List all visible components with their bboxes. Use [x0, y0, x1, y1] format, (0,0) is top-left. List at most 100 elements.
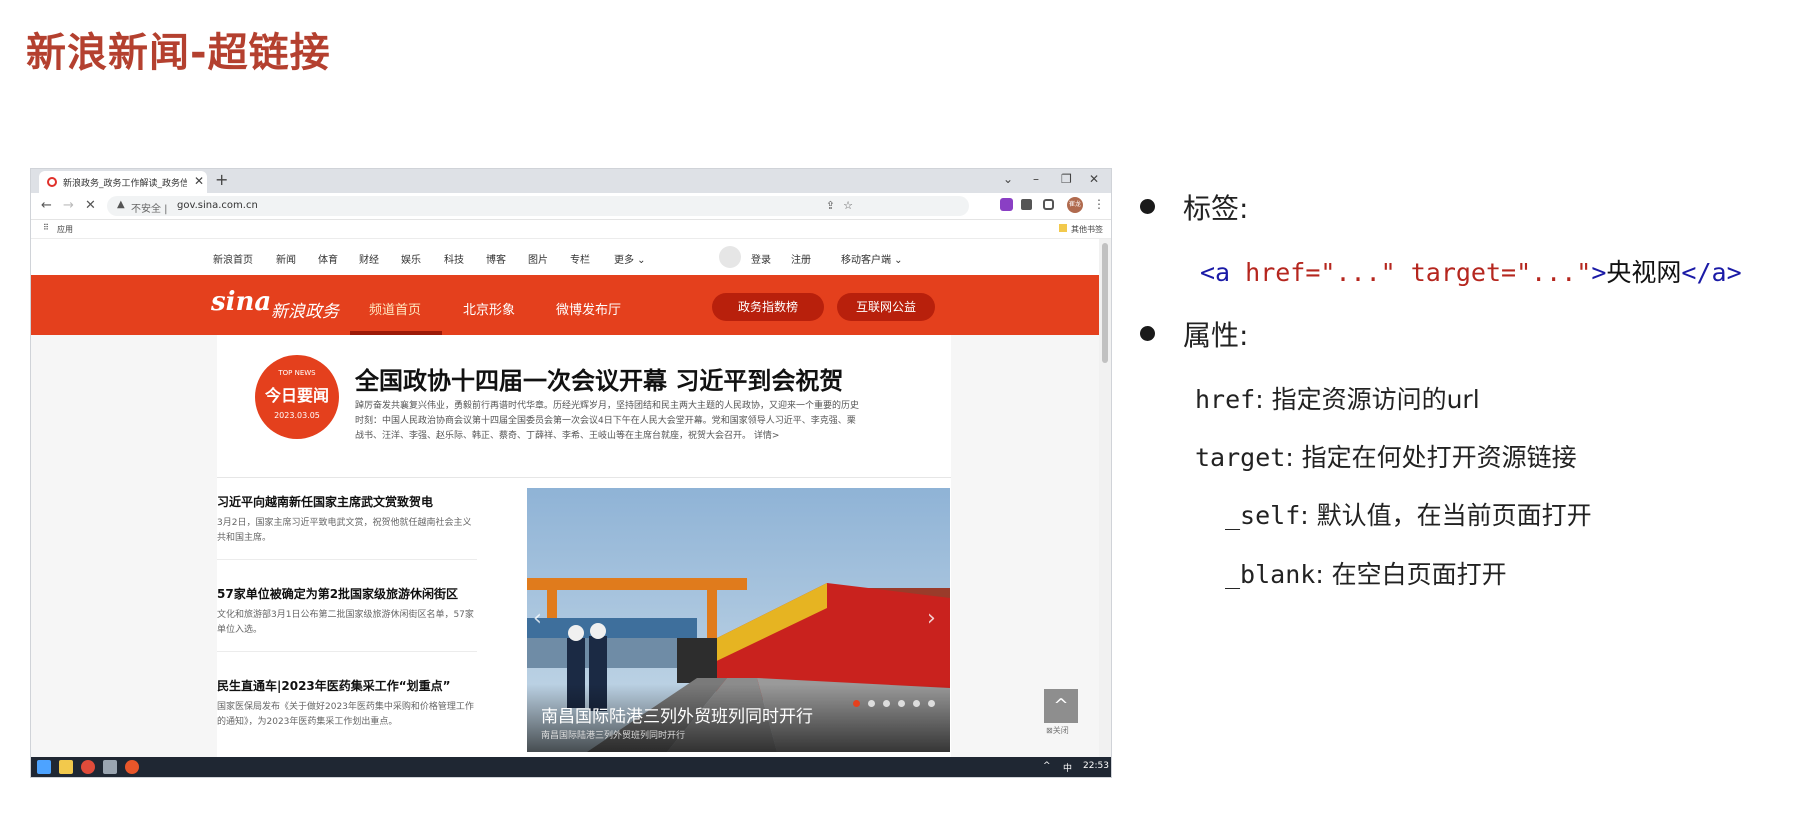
back-to-top-button[interactable]: ^	[1044, 689, 1078, 723]
login-link[interactable]: 登录	[751, 251, 771, 266]
url-field[interactable]: ▲ 不安全 | gov.sina.com.cn ⇪ ☆	[107, 196, 969, 216]
rednav-beijing[interactable]: 北京形象	[463, 299, 515, 318]
restore-icon[interactable]: ❐	[1061, 172, 1072, 186]
browser-window: 新浪政务_政务工作解读_政务信 ✕ + ⌄ – ❐ ✕ ← → ✕ ▲ 不安全 …	[31, 169, 1111, 777]
security-status: 不安全 |	[131, 204, 168, 215]
news-desc: 3月2日，国家主席习近平致电武文赏，祝贺他就任越南社会主义共和国主席。	[217, 518, 472, 543]
web-page: 新浪首页 新闻 体育 财经 娱乐 科技 博客 图片 专栏 更多 ⌄ 登录 注册 …	[31, 239, 1099, 759]
gov-index-button[interactable]: 政务指数榜	[712, 293, 824, 321]
puzzle-icon[interactable]	[1021, 199, 1032, 210]
rednav-home[interactable]: 频道首页	[369, 299, 421, 318]
side-panel-icon[interactable]	[1043, 199, 1054, 210]
folder-icon	[1059, 224, 1067, 232]
headline-link[interactable]: 全国政协十四届一次会议开幕 习近平到会祝贺	[355, 361, 843, 396]
site-top-nav: 新浪首页 新闻 体育 财经 娱乐 科技 博客 图片 专栏 更多 ⌄ 登录 注册 …	[31, 239, 1099, 275]
file-explorer-icon[interactable]	[59, 760, 73, 774]
target-note: target: 指定在何处打开资源链接	[1195, 443, 1577, 472]
caption-subtitle: 南昌国际陆港三列外贸班列同时开行	[541, 731, 686, 741]
slide-title: 新浪新闻-超链接	[26, 30, 331, 76]
sina-logo[interactable]: sina	[211, 287, 271, 317]
forward-icon[interactable]: →	[63, 198, 74, 213]
tab-close-icon[interactable]: ✕	[194, 174, 204, 188]
carousel-dot[interactable]	[928, 700, 935, 707]
close-window-icon[interactable]: ✕	[1089, 172, 1099, 186]
menu-icon[interactable]: ⋮	[1093, 197, 1105, 211]
news-desc: 文化和旅游部3月1日公布第二批国家级旅游休闲街区名单，57家单位入选。	[217, 610, 474, 635]
internet-welfare-button[interactable]: 互联网公益	[837, 293, 935, 321]
carousel-next-icon[interactable]: ›	[927, 606, 936, 631]
sina-gov-header: sina 新浪政务 频道首页 北京形象 微博发布厅 政务指数榜 互联网公益	[31, 275, 1099, 335]
blank-note: _blank: 在空白页面打开	[1225, 560, 1507, 589]
page-scrollbar[interactable]	[1099, 239, 1111, 759]
news-title-link[interactable]: 57家单位被确定为第2批国家级旅游休闲街区	[217, 585, 477, 602]
topnav-item[interactable]: 体育	[318, 251, 338, 266]
extension-icon[interactable]	[1000, 198, 1013, 211]
address-toolbar: ← → ✕ ▲ 不安全 | gov.sina.com.cn ⇪ ☆	[31, 193, 1111, 220]
topnav-item[interactable]: 新闻	[276, 251, 296, 266]
stop-loading-icon[interactable]: ✕	[85, 198, 96, 213]
url-host: gov.sina.com.cn	[177, 200, 258, 211]
chrome-icon[interactable]	[81, 760, 95, 774]
carousel-dot[interactable]	[868, 700, 875, 707]
scrollbar-thumb[interactable]	[1102, 243, 1108, 363]
ime-indicator[interactable]: 中	[1063, 761, 1072, 774]
recorder-icon[interactable]	[125, 760, 139, 774]
news-title-link[interactable]: 民生直通车|2023年医药集采工作“划重点”	[217, 677, 477, 694]
news-content: TOP NEWS 今日要闻 2023.03.05 全国政协十四届一次会议开幕 习…	[217, 335, 951, 759]
windows-start-icon[interactable]	[37, 760, 51, 774]
bookmarks-bar: ⠿ 应用 其他书签	[31, 220, 1111, 239]
carousel-dot[interactable]	[883, 700, 890, 707]
href-note: href: 指定资源访问的url	[1195, 385, 1480, 414]
rednav-weibo[interactable]: 微博发布厅	[556, 299, 621, 318]
back-icon[interactable]: ←	[41, 198, 52, 213]
attr-heading: 属性:	[1183, 319, 1249, 352]
weather-icon[interactable]	[719, 246, 741, 268]
warning-icon[interactable]: ▲	[117, 199, 125, 210]
app-icon[interactable]	[103, 760, 117, 774]
sina-favicon-icon	[47, 177, 57, 187]
topnav-item[interactable]: 专栏	[570, 251, 590, 266]
minimize-icon[interactable]: –	[1033, 172, 1039, 186]
other-bookmarks[interactable]: 其他书签	[1059, 224, 1103, 235]
carousel-dot[interactable]	[853, 700, 860, 707]
label-heading: 标签:	[1183, 192, 1249, 225]
topnav-item[interactable]: 更多 ⌄	[614, 251, 646, 266]
apps-grid-icon[interactable]: ⠿	[43, 223, 49, 232]
tray-up-icon[interactable]: ^	[1043, 761, 1051, 771]
news-item: 民生直通车|2023年医药集采工作“划重点” 国家医保局发布《关于做好2023年…	[217, 677, 477, 730]
news-carousel[interactable]: ‹ › 南昌国际陆港三列外贸班列同时开行 南昌国际陆港三列外贸班列同时开行	[527, 488, 950, 752]
topnav-item[interactable]: 科技	[444, 251, 464, 266]
divider	[217, 477, 951, 478]
news-item: 习近平向越南新任国家主席武文赏致贺电 3月2日，国家主席习近平致电武文赏，祝贺他…	[217, 493, 477, 546]
topnav-item[interactable]: 图片	[528, 251, 548, 266]
news-item: 57家单位被确定为第2批国家级旅游休闲街区 文化和旅游部3月1日公布第二批国家级…	[217, 585, 477, 638]
close-ad-link[interactable]: ⊠关闭	[1046, 725, 1069, 736]
carousel-dot[interactable]	[898, 700, 905, 707]
browser-tab[interactable]: 新浪政务_政务工作解读_政务信 ✕	[39, 171, 207, 193]
topnav-item[interactable]: 博客	[486, 251, 506, 266]
anchor-code-example: <a href="..." target="...">央视网</a>	[1200, 258, 1742, 287]
topnav-item[interactable]: 新浪首页	[213, 251, 253, 266]
bookmark-apps[interactable]: 应用	[57, 224, 73, 235]
mobile-client-link[interactable]: 移动客户端 ⌄	[841, 251, 903, 266]
caption-title[interactable]: 南昌国际陆港三列外贸班列同时开行	[541, 702, 813, 727]
carousel-dot[interactable]	[913, 700, 920, 707]
share-icon[interactable]: ⇪	[826, 199, 835, 212]
carousel-prev-icon[interactable]: ‹	[533, 606, 542, 631]
bullet-icon	[1140, 326, 1155, 341]
register-link[interactable]: 注册	[791, 251, 811, 266]
self-note: _self: 默认值，在当前页面打开	[1225, 501, 1592, 530]
topnav-item[interactable]: 财经	[359, 251, 379, 266]
bookmark-star-icon[interactable]: ☆	[843, 199, 853, 212]
topnav-item[interactable]: 娱乐	[401, 251, 421, 266]
close-box-icon: ⊠	[1046, 726, 1053, 735]
profile-avatar[interactable]: 崔龙	[1067, 197, 1083, 213]
new-tab-button[interactable]: +	[215, 170, 228, 189]
clock[interactable]: 22:53	[1083, 761, 1109, 771]
tab-bar: 新浪政务_政务工作解读_政务信 ✕ + ⌄ – ❐ ✕	[31, 169, 1111, 193]
tab-title: 新浪政务_政务工作解读_政务信	[63, 179, 187, 189]
tab-search-icon[interactable]: ⌄	[1003, 172, 1013, 186]
sina-gov-logo-text[interactable]: 新浪政务	[271, 297, 339, 322]
news-title-link[interactable]: 习近平向越南新任国家主席武文赏致贺电	[217, 493, 477, 510]
headline-summary: 踔厉奋发共襄复兴伟业，勇毅前行再谱时代华章。历经光辉岁月，坚持团结和民主两大主题…	[355, 401, 860, 441]
